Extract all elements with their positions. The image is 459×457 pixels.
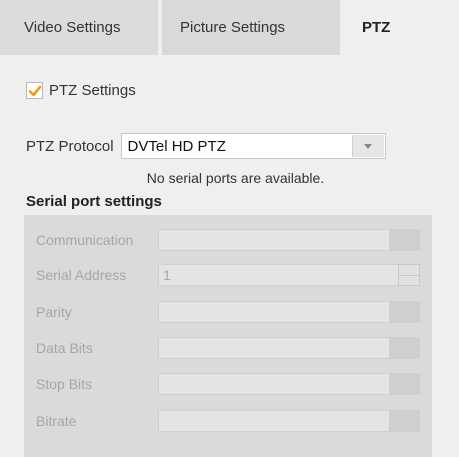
stop-bits-select[interactable] xyxy=(158,373,420,395)
communication-label: Communication xyxy=(36,232,134,248)
serial-address-input[interactable]: 1 xyxy=(158,264,420,286)
dropdown-arrow-button[interactable] xyxy=(389,374,419,394)
bitrate-label: Bitrate xyxy=(36,413,77,429)
chevron-down-icon xyxy=(364,143,373,149)
checkmark-icon xyxy=(28,85,41,96)
status-message: No serial ports are available. xyxy=(146,170,325,186)
tab-ptz[interactable]: PTZ xyxy=(340,0,459,55)
ptz-settings-option[interactable]: PTZ Settings xyxy=(26,82,136,99)
dropdown-arrow-button[interactable] xyxy=(389,338,419,358)
tab-bar: Video Settings Picture Settings PTZ xyxy=(0,0,459,55)
tab-video-settings[interactable]: Video Settings xyxy=(0,0,158,55)
communication-row: Communication xyxy=(36,229,420,251)
dropdown-arrow-button[interactable] xyxy=(389,302,419,322)
parity-select[interactable] xyxy=(158,301,420,323)
parity-label: Parity xyxy=(36,304,72,320)
communication-select[interactable] xyxy=(158,229,420,251)
ptz-protocol-row: PTZ Protocol DVTel HD PTZ xyxy=(26,133,386,159)
ptz-settings-label: PTZ Settings xyxy=(49,82,136,99)
tab-picture-settings[interactable]: Picture Settings xyxy=(158,0,340,55)
serial-address-row: Serial Address 1 xyxy=(36,264,420,286)
data-bits-select[interactable] xyxy=(158,337,420,359)
ptz-protocol-select[interactable]: DVTel HD PTZ xyxy=(120,133,386,159)
serial-address-label: Serial Address xyxy=(36,267,127,283)
parity-row: Parity xyxy=(36,301,420,323)
serial-settings-panel: Communication Serial Address 1 Parity Da… xyxy=(24,215,432,457)
stepper-buttons[interactable] xyxy=(398,264,420,286)
ptz-settings-checkbox[interactable] xyxy=(26,82,43,99)
ptz-protocol-label: PTZ Protocol xyxy=(26,137,114,155)
dropdown-arrow-button[interactable] xyxy=(389,411,419,431)
serial-port-settings-title: Serial port settings xyxy=(26,193,162,210)
stop-bits-row: Stop Bits xyxy=(36,373,420,395)
data-bits-label: Data Bits xyxy=(36,340,93,356)
bitrate-select[interactable] xyxy=(158,410,420,432)
dropdown-arrow-button[interactable] xyxy=(351,135,384,157)
ptz-protocol-value: DVTel HD PTZ xyxy=(127,137,226,155)
dropdown-arrow-button[interactable] xyxy=(389,230,419,250)
stop-bits-label: Stop Bits xyxy=(36,376,93,392)
bitrate-row: Bitrate xyxy=(36,410,420,432)
data-bits-row: Data Bits xyxy=(36,337,420,359)
